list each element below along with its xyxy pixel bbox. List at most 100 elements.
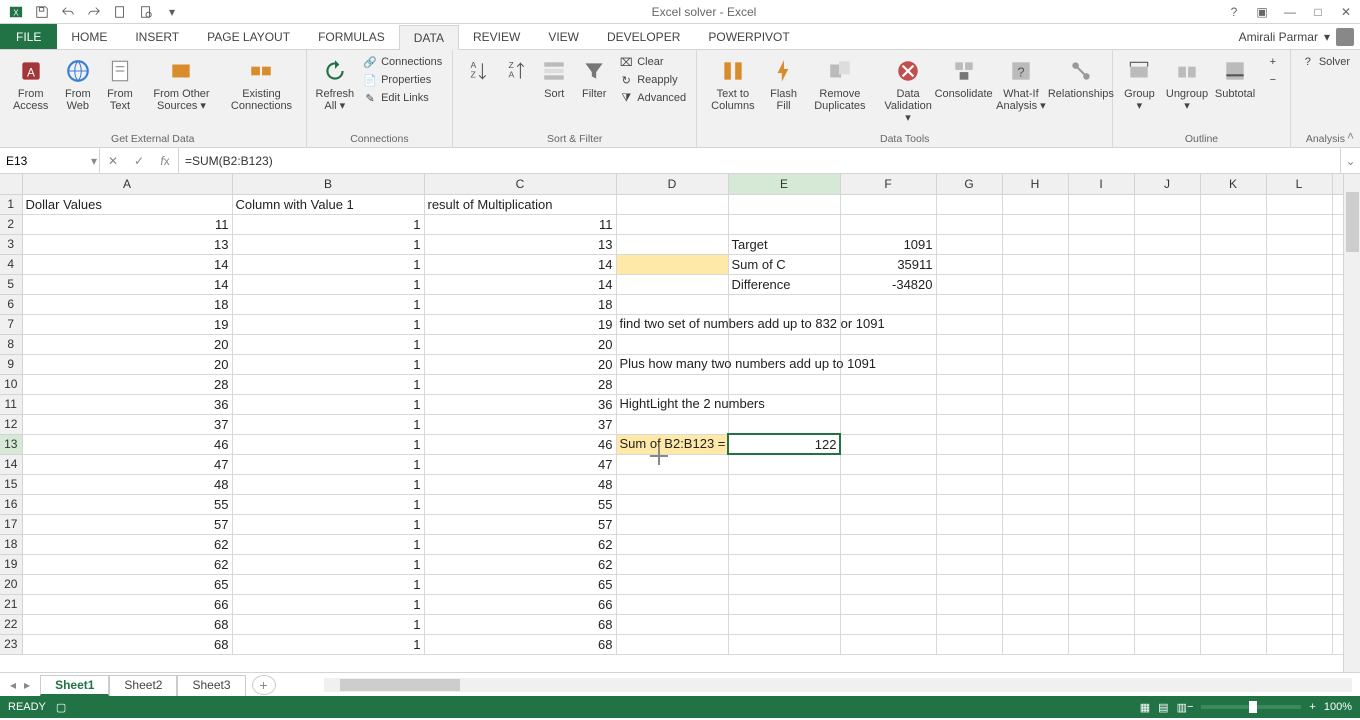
row-header-10[interactable]: 10 xyxy=(0,374,22,394)
cell-I14[interactable] xyxy=(1068,454,1134,474)
cell-L17[interactable] xyxy=(1266,514,1332,534)
data-validation-button[interactable]: Data Validation ▾ xyxy=(877,54,939,126)
cell-H1[interactable] xyxy=(1002,194,1068,214)
cell-I13[interactable] xyxy=(1068,434,1134,454)
cell-F23[interactable] xyxy=(840,634,936,654)
collapse-ribbon-icon[interactable]: ˄ xyxy=(1347,129,1354,143)
cell-K6[interactable] xyxy=(1200,294,1266,314)
cell-H3[interactable] xyxy=(1002,234,1068,254)
cell-I4[interactable] xyxy=(1068,254,1134,274)
cell-J19[interactable] xyxy=(1134,554,1200,574)
flash-fill-button[interactable]: Flash Fill xyxy=(765,54,803,114)
cell-K20[interactable] xyxy=(1200,574,1266,594)
cell-K21[interactable] xyxy=(1200,594,1266,614)
cell-H14[interactable] xyxy=(1002,454,1068,474)
cell-C19[interactable]: 62 xyxy=(424,554,616,574)
cell-G19[interactable] xyxy=(936,554,1002,574)
cell-D15[interactable] xyxy=(616,474,728,494)
cell-C5[interactable]: 14 xyxy=(424,274,616,294)
cell-D4[interactable] xyxy=(616,254,728,274)
row-header-20[interactable]: 20 xyxy=(0,574,22,594)
cell-E12[interactable] xyxy=(728,414,840,434)
cell-A14[interactable]: 47 xyxy=(22,454,232,474)
cell-J11[interactable] xyxy=(1134,394,1200,414)
cell-B7[interactable]: 1 xyxy=(232,314,424,334)
cell-K11[interactable] xyxy=(1200,394,1266,414)
cell-E15[interactable] xyxy=(728,474,840,494)
cell-G15[interactable] xyxy=(936,474,1002,494)
cell-G9[interactable] xyxy=(936,354,1002,374)
cell-L10[interactable] xyxy=(1266,374,1332,394)
cell-G5[interactable] xyxy=(936,274,1002,294)
cell-E21[interactable] xyxy=(728,594,840,614)
cell-A6[interactable]: 18 xyxy=(22,294,232,314)
cell-H9[interactable] xyxy=(1002,354,1068,374)
group-button[interactable]: Group ▾ xyxy=(1119,54,1159,114)
cell-C6[interactable]: 18 xyxy=(424,294,616,314)
cell-F2[interactable] xyxy=(840,214,936,234)
cell-B19[interactable]: 1 xyxy=(232,554,424,574)
zoom-slider[interactable] xyxy=(1201,705,1301,709)
row-header-3[interactable]: 3 xyxy=(0,234,22,254)
cell-F18[interactable] xyxy=(840,534,936,554)
cell-B16[interactable]: 1 xyxy=(232,494,424,514)
cell-G17[interactable] xyxy=(936,514,1002,534)
cell-K23[interactable] xyxy=(1200,634,1266,654)
cell-G12[interactable] xyxy=(936,414,1002,434)
cell-K14[interactable] xyxy=(1200,454,1266,474)
column-header-B[interactable]: B xyxy=(232,174,424,194)
cell-L9[interactable] xyxy=(1266,354,1332,374)
cell-C16[interactable]: 55 xyxy=(424,494,616,514)
horizontal-scrollbar[interactable] xyxy=(324,678,1352,692)
cell-D21[interactable] xyxy=(616,594,728,614)
cell-L20[interactable] xyxy=(1266,574,1332,594)
row-header-11[interactable]: 11 xyxy=(0,394,22,414)
cell-I2[interactable] xyxy=(1068,214,1134,234)
cell-B22[interactable]: 1 xyxy=(232,614,424,634)
cell-A12[interactable]: 37 xyxy=(22,414,232,434)
cell-K19[interactable] xyxy=(1200,554,1266,574)
cell-C4[interactable]: 14 xyxy=(424,254,616,274)
cell-I7[interactable] xyxy=(1068,314,1134,334)
connections-button[interactable]: 🔗Connections xyxy=(359,54,446,70)
cell-H20[interactable] xyxy=(1002,574,1068,594)
cell-L11[interactable] xyxy=(1266,394,1332,414)
cell-A5[interactable]: 14 xyxy=(22,274,232,294)
cell-F5[interactable]: -34820 xyxy=(840,274,936,294)
from-access-button[interactable]: AFrom Access xyxy=(6,54,55,114)
cell-F22[interactable] xyxy=(840,614,936,634)
cell-I15[interactable] xyxy=(1068,474,1134,494)
cell-B18[interactable]: 1 xyxy=(232,534,424,554)
consolidate-button[interactable]: Consolidate xyxy=(941,54,986,102)
cell-I20[interactable] xyxy=(1068,574,1134,594)
cell-G18[interactable] xyxy=(936,534,1002,554)
cell-B2[interactable]: 1 xyxy=(232,214,424,234)
cell-K18[interactable] xyxy=(1200,534,1266,554)
column-header-A[interactable]: A xyxy=(22,174,232,194)
column-header-G[interactable]: G xyxy=(936,174,1002,194)
sheet-tab-sheet1[interactable]: Sheet1 xyxy=(40,675,109,696)
cell-L12[interactable] xyxy=(1266,414,1332,434)
tab-data[interactable]: DATA xyxy=(399,25,459,50)
cell-D12[interactable] xyxy=(616,414,728,434)
column-header-K[interactable]: K xyxy=(1200,174,1266,194)
reapply-button[interactable]: ↻Reapply xyxy=(615,72,690,88)
cell-F15[interactable] xyxy=(840,474,936,494)
cell-C22[interactable]: 68 xyxy=(424,614,616,634)
cell-A7[interactable]: 19 xyxy=(22,314,232,334)
cell-I12[interactable] xyxy=(1068,414,1134,434)
column-header-J[interactable]: J xyxy=(1134,174,1200,194)
cell-B20[interactable]: 1 xyxy=(232,574,424,594)
cell-D17[interactable] xyxy=(616,514,728,534)
cell-C2[interactable]: 11 xyxy=(424,214,616,234)
cell-C23[interactable]: 68 xyxy=(424,634,616,654)
row-header-8[interactable]: 8 xyxy=(0,334,22,354)
cell-A2[interactable]: 11 xyxy=(22,214,232,234)
cell-I18[interactable] xyxy=(1068,534,1134,554)
column-header-I[interactable]: I xyxy=(1068,174,1134,194)
row-header-21[interactable]: 21 xyxy=(0,594,22,614)
cell-B4[interactable]: 1 xyxy=(232,254,424,274)
cell-H10[interactable] xyxy=(1002,374,1068,394)
row-header-13[interactable]: 13 xyxy=(0,434,22,454)
clear-button[interactable]: ⌧Clear xyxy=(615,54,690,70)
